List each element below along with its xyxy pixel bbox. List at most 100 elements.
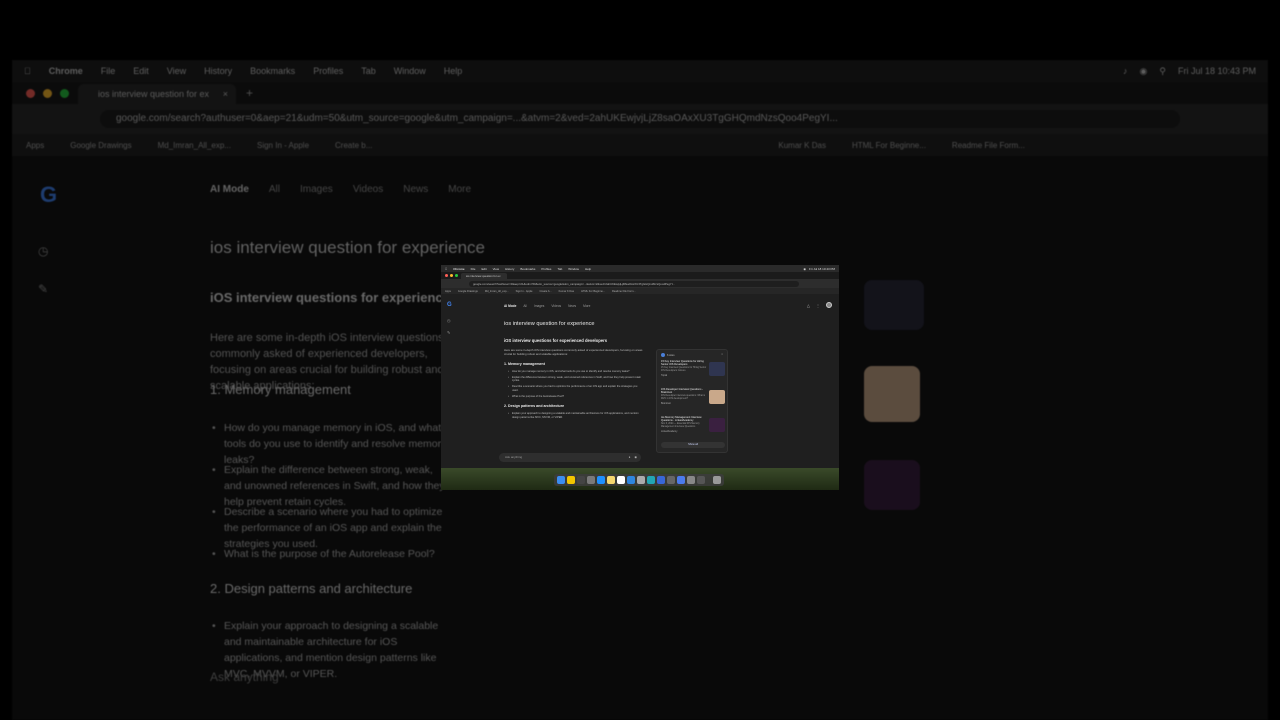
bg-ask-input: Ask anything — [210, 670, 279, 684]
app-icon[interactable] — [687, 476, 695, 484]
bookmark-item[interactable]: Kumar K Das — [559, 290, 574, 293]
wifi-icon[interactable]: ◉ — [803, 267, 806, 271]
source-thumbnail — [709, 362, 725, 376]
bg-menu-chrome: Chrome — [42, 66, 83, 76]
source-title[interactable]: 15 Key Interview Questions for Hiring Se… — [661, 360, 707, 367]
volume-icon: ♪ — [1123, 66, 1128, 76]
notes-icon[interactable] — [607, 476, 615, 484]
avatar[interactable] — [826, 302, 832, 308]
nav-videos[interactable]: Videos — [551, 304, 561, 308]
section-list: How do you manage memory in iOS, and wha… — [504, 370, 644, 398]
apple-icon:  — [24, 66, 31, 76]
bg-thumbnail — [864, 280, 924, 330]
bg-menu-profiles: Profiles — [306, 66, 343, 76]
menu-window[interactable]: Window — [568, 267, 579, 271]
bg-menu-file: File — [94, 66, 116, 76]
edit-icon[interactable]: ✎ — [447, 330, 450, 335]
plus-icon: + — [246, 86, 254, 100]
close-dot-icon[interactable] — [445, 274, 448, 277]
labs-icon[interactable]: △ — [807, 303, 810, 308]
app-icon[interactable] — [677, 476, 685, 484]
source-item[interactable]: 15 Key Interview Questions for Hiring Se… — [661, 360, 725, 377]
close-icon[interactable]: × — [721, 352, 723, 356]
bg-list-item: Explain the difference between strong, w… — [212, 462, 450, 510]
minimize-dot-icon[interactable] — [450, 274, 453, 277]
system-settings-icon[interactable] — [587, 476, 595, 484]
bookmark-item[interactable]: HTML For Beginne... — [581, 290, 605, 293]
list-item: How do you manage memory in iOS, and wha… — [508, 370, 644, 374]
chrome-icon[interactable] — [567, 476, 575, 484]
bg-nav-images: Images — [300, 184, 333, 195]
url-bar[interactable]: google.com/search?authuser=0&aep=21&udm=… — [469, 280, 799, 287]
bg-menu-tab: Tab — [354, 66, 376, 76]
menu-tab[interactable]: Tab — [557, 267, 562, 271]
vscode-icon[interactable] — [647, 476, 655, 484]
zoom-dot-icon[interactable] — [455, 274, 458, 277]
menu-bookmarks[interactable]: Bookmarks — [520, 267, 535, 271]
bg-bookmark: HTML For Beginne... — [851, 140, 926, 150]
menu-edit[interactable]: Edit — [481, 267, 486, 271]
history-icon[interactable]: ◷ — [447, 318, 451, 323]
bg-thumbnail — [864, 460, 920, 510]
apple-icon[interactable]:  — [445, 267, 447, 271]
search-nav: AI Mode All Images Videos News More — [504, 304, 590, 308]
preview-icon[interactable] — [637, 476, 645, 484]
answer-intro: Here are some in-depth iOS interview que… — [504, 348, 643, 356]
bg-bookmark: Kumar K Das — [778, 140, 826, 150]
source-item[interactable]: Ios Memory Management Interview Question… — [661, 416, 725, 433]
bg-menu-window: Window — [386, 66, 426, 76]
ask-input[interactable]: Ask anything ● ◉ — [499, 453, 641, 462]
camera-icon[interactable]: ◉ — [634, 453, 637, 462]
calendar-icon[interactable] — [617, 476, 625, 484]
nav-more[interactable]: More — [583, 304, 590, 308]
sources-count: 6 sites — [661, 353, 675, 357]
app-store-icon[interactable] — [627, 476, 635, 484]
trash-icon[interactable] — [713, 476, 721, 484]
bookmark-item[interactable]: Create b... — [540, 290, 552, 293]
source-title[interactable]: Ios Memory Management Interview Question… — [661, 416, 707, 423]
bg-menu-view: View — [160, 66, 186, 76]
menu-history[interactable]: History — [505, 267, 514, 271]
menu-help[interactable]: Help — [585, 267, 591, 271]
show-all-button[interactable]: Show all — [661, 442, 725, 448]
app-icon[interactable] — [667, 476, 675, 484]
terminal-icon[interactable] — [577, 476, 585, 484]
list-item: Explain the difference between strong, w… — [508, 376, 644, 383]
bg-menubar:  Chrome File Edit View History Bookmark… — [12, 60, 1268, 82]
bookmark-item[interactable]: Readme File Form... — [612, 290, 636, 293]
edit-icon: ✎ — [38, 282, 49, 296]
bg-bookmark: Apps — [26, 140, 45, 150]
bookmark-item[interactable]: Md_Imran_All_exp... — [485, 290, 509, 293]
menu-view[interactable]: View — [493, 267, 499, 271]
nav-all[interactable]: All — [523, 304, 527, 308]
account-area: △ ⋮ — [807, 302, 832, 308]
nav-ai-mode[interactable]: AI Mode — [504, 304, 516, 308]
mail-icon[interactable] — [657, 476, 665, 484]
menu-chrome[interactable]: Chrome — [453, 267, 464, 271]
google-logo[interactable]: G — [447, 302, 452, 308]
bookmark-item[interactable]: Sign In - Apple — [516, 290, 533, 293]
bg-tabstrip: ios interview question for ex × + — [12, 82, 1268, 104]
mic-icon[interactable]: ● — [629, 453, 631, 462]
bg-nav-news: News — [403, 184, 429, 195]
source-item[interactable]: iOS Developer Interview Questions - Brai… — [661, 388, 725, 405]
clock[interactable]: Fri Jul 18 10:43 PM — [809, 267, 835, 271]
menu-profiles[interactable]: Profiles — [541, 267, 551, 271]
bookmark-item[interactable]: Google Drawings — [458, 290, 478, 293]
nav-images[interactable]: Images — [534, 304, 544, 308]
minimize-dot-icon — [43, 89, 52, 98]
nav-news[interactable]: News — [568, 304, 576, 308]
bookmark-item[interactable]: Apps — [445, 290, 451, 293]
sources-panel: 6 sites × 15 Key Interview Questions for… — [656, 349, 728, 453]
source-thumbnail — [709, 390, 725, 404]
finder-icon[interactable] — [557, 476, 565, 484]
bg-list-item: How do you manage memory in iOS, and wha… — [212, 420, 450, 468]
xcode-icon[interactable] — [597, 476, 605, 484]
app-icon[interactable] — [697, 476, 705, 484]
source-title[interactable]: iOS Developer Interview Questions - Brai… — [661, 388, 707, 395]
bg-url-bar: google.com/search?authuser=0&aep=21&udm=… — [100, 110, 1180, 128]
apps-grid-icon[interactable]: ⋮ — [816, 303, 820, 308]
bg-nav: AI Mode All Images Videos News More — [210, 184, 471, 195]
menu-file[interactable]: File — [471, 267, 476, 271]
section-title: 1. Memory management — [504, 362, 545, 366]
